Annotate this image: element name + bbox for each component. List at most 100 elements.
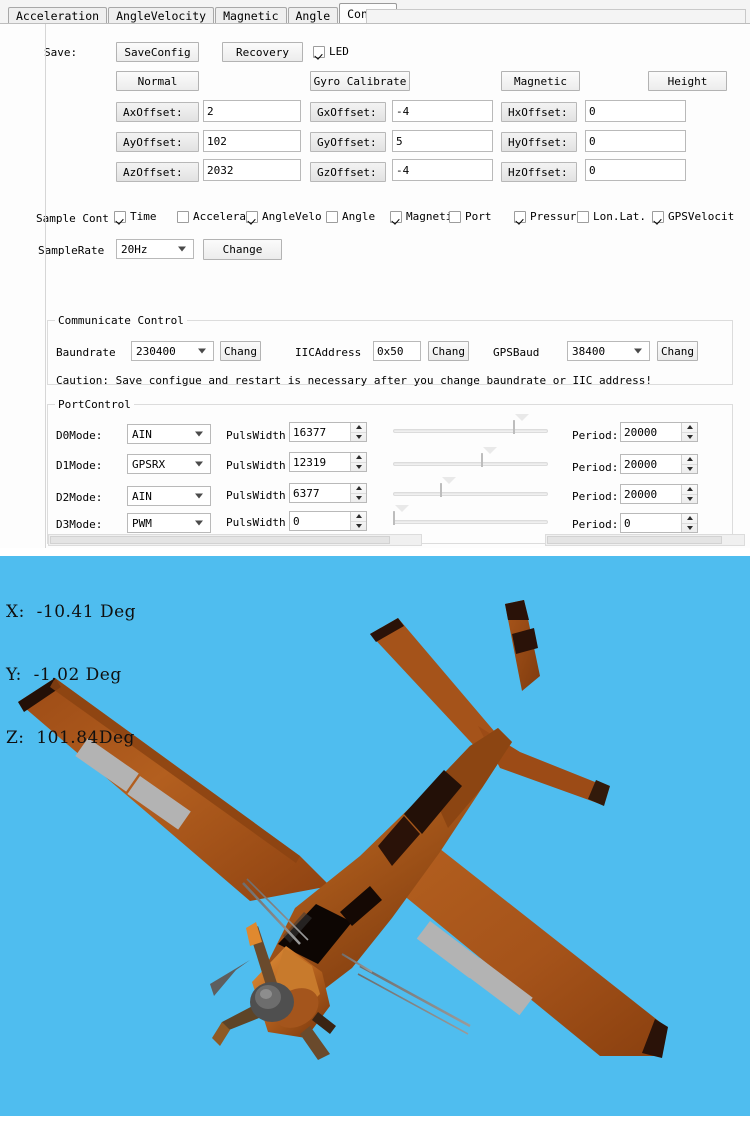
d2-pulswidth-stepper[interactable] (350, 484, 366, 502)
d1-pulswidth-spinner[interactable]: 12319 (289, 452, 367, 472)
led-checkbox-box[interactable] (313, 45, 325, 58)
gz-offset-input[interactable]: -4 (392, 159, 493, 181)
ay-offset-input[interactable]: 102 (203, 130, 301, 152)
stepper-down-icon[interactable] (351, 463, 366, 472)
slider-thumb[interactable] (440, 477, 456, 504)
d3-pulswidth-stepper[interactable] (350, 512, 366, 530)
normal-button[interactable]: Normal (116, 71, 199, 91)
d2-period-value[interactable]: 20000 (621, 485, 681, 503)
ax-offset-input[interactable]: 2 (203, 100, 301, 122)
d3-pulswidth-slider[interactable] (393, 505, 548, 531)
outer-horizontal-scrollbar[interactable] (545, 534, 745, 546)
tab-anglevelocity[interactable]: AngleVelocity (108, 7, 215, 24)
d0-pulswidth-slider[interactable] (393, 414, 548, 441)
checkbox-lonlat[interactable]: Lon.Lat. (577, 210, 646, 223)
d3-pulswidth-spinner[interactable]: 0 (289, 511, 367, 531)
hz-offset-input[interactable]: 0 (585, 159, 686, 181)
checkbox-anglevelocity-box[interactable] (246, 210, 258, 223)
slider-track[interactable] (393, 462, 548, 466)
slider-thumb[interactable] (513, 414, 529, 441)
checkbox-pressure[interactable]: Pressur (514, 210, 576, 223)
d3-pulswidth-value[interactable]: 0 (290, 512, 350, 530)
stepper-down-icon[interactable] (682, 433, 697, 442)
stepper-down-icon[interactable] (682, 524, 697, 533)
d0-mode-select[interactable]: AIN (127, 424, 211, 444)
d2-pulswidth-spinner[interactable]: 6377 (289, 483, 367, 503)
d2-pulswidth-value[interactable]: 6377 (290, 484, 350, 502)
recovery-button[interactable]: Recovery (222, 42, 303, 62)
gy-offset-input[interactable]: 5 (392, 130, 493, 152)
d3-mode-select[interactable]: PWM (127, 513, 211, 533)
checkbox-port[interactable]: Port (449, 210, 492, 223)
checkbox-acceleration-box[interactable] (177, 210, 189, 223)
iicaddress-input[interactable]: 0x50 (373, 341, 421, 361)
d3-period-stepper[interactable] (681, 514, 697, 532)
checkbox-magnetic[interactable]: Magneti (390, 210, 452, 223)
az-offset-input[interactable]: 2032 (203, 159, 301, 181)
iicaddress-change-button[interactable]: Chang (428, 341, 469, 361)
checkbox-lonlat-box[interactable] (577, 210, 589, 223)
d1-pulswidth-stepper[interactable] (350, 453, 366, 471)
sample-rate-change-button[interactable]: Change (203, 239, 282, 260)
tab-angle[interactable]: Angle (287, 7, 339, 24)
checkbox-angle-box[interactable] (326, 210, 338, 223)
d1-pulswidth-value[interactable]: 12319 (290, 453, 350, 471)
baundrate-select[interactable]: 230400 (131, 341, 214, 361)
stepper-up-icon[interactable] (351, 484, 366, 494)
d0-pulswidth-spinner[interactable]: 16377 (289, 422, 367, 442)
stepper-up-icon[interactable] (351, 453, 366, 463)
inner-horizontal-scrollbar[interactable] (48, 534, 422, 546)
tab-acceleration[interactable]: Acceleration (8, 7, 108, 24)
checkbox-magnetic-box[interactable] (390, 210, 402, 223)
scrollbar-thumb[interactable] (50, 536, 390, 544)
gpsbaud-change-button[interactable]: Chang (657, 341, 698, 361)
stepper-down-icon[interactable] (351, 433, 366, 442)
checkbox-time[interactable]: Time (114, 210, 157, 223)
d0-period-spinner[interactable]: 20000 (620, 422, 698, 442)
slider-thumb[interactable] (481, 447, 497, 474)
d1-period-spinner[interactable]: 20000 (620, 454, 698, 474)
checkbox-anglevelocity[interactable]: AngleVelo (246, 210, 322, 223)
led-checkbox[interactable]: LED (313, 45, 349, 58)
3d-viewport[interactable]: X: -10.41 Deg Y: -1.02 Deg Z: 101.84Deg (0, 556, 750, 1128)
d2-pulswidth-slider[interactable] (393, 477, 548, 504)
gpsbaud-select[interactable]: 38400 (567, 341, 650, 361)
d3-period-value[interactable]: 0 (621, 514, 681, 532)
d1-mode-select[interactable]: GPSRX (127, 454, 211, 474)
stepper-up-icon[interactable] (351, 423, 366, 433)
stepper-up-icon[interactable] (682, 514, 697, 524)
gyro-calibrate-button[interactable]: Gyro Calibrate (310, 71, 410, 91)
d1-pulswidth-slider[interactable] (393, 447, 548, 474)
d0-period-value[interactable]: 20000 (621, 423, 681, 441)
scrollbar-thumb[interactable] (547, 536, 722, 544)
stepper-down-icon[interactable] (351, 494, 366, 503)
height-button[interactable]: Height (648, 71, 727, 91)
checkbox-angle[interactable]: Angle (326, 210, 375, 223)
hy-offset-input[interactable]: 0 (585, 130, 686, 152)
baundrate-change-button[interactable]: Chang (220, 341, 261, 361)
checkbox-time-box[interactable] (114, 210, 126, 223)
slider-track[interactable] (393, 492, 548, 496)
save-config-button[interactable]: SaveConfig (116, 42, 199, 62)
slider-track[interactable] (393, 520, 548, 524)
sample-rate-select[interactable]: 20Hz (116, 239, 194, 259)
d3-period-spinner[interactable]: 0 (620, 513, 698, 533)
checkbox-acceleration[interactable]: Accelerat (177, 210, 253, 223)
d0-period-stepper[interactable] (681, 423, 697, 441)
stepper-down-icon[interactable] (682, 465, 697, 474)
stepper-up-icon[interactable] (682, 455, 697, 465)
tab-magnetic[interactable]: Magnetic (215, 7, 287, 24)
d0-pulswidth-value[interactable]: 16377 (290, 423, 350, 441)
d1-period-stepper[interactable] (681, 455, 697, 473)
stepper-down-icon[interactable] (351, 522, 366, 531)
checkbox-pressure-box[interactable] (514, 210, 526, 223)
stepper-up-icon[interactable] (682, 485, 697, 495)
d2-period-stepper[interactable] (681, 485, 697, 503)
d2-mode-select[interactable]: AIN (127, 486, 211, 506)
d0-pulswidth-stepper[interactable] (350, 423, 366, 441)
checkbox-gpsvelocity-box[interactable] (652, 210, 664, 223)
hx-offset-input[interactable]: 0 (585, 100, 686, 122)
d2-period-spinner[interactable]: 20000 (620, 484, 698, 504)
d1-period-value[interactable]: 20000 (621, 455, 681, 473)
stepper-down-icon[interactable] (682, 495, 697, 504)
